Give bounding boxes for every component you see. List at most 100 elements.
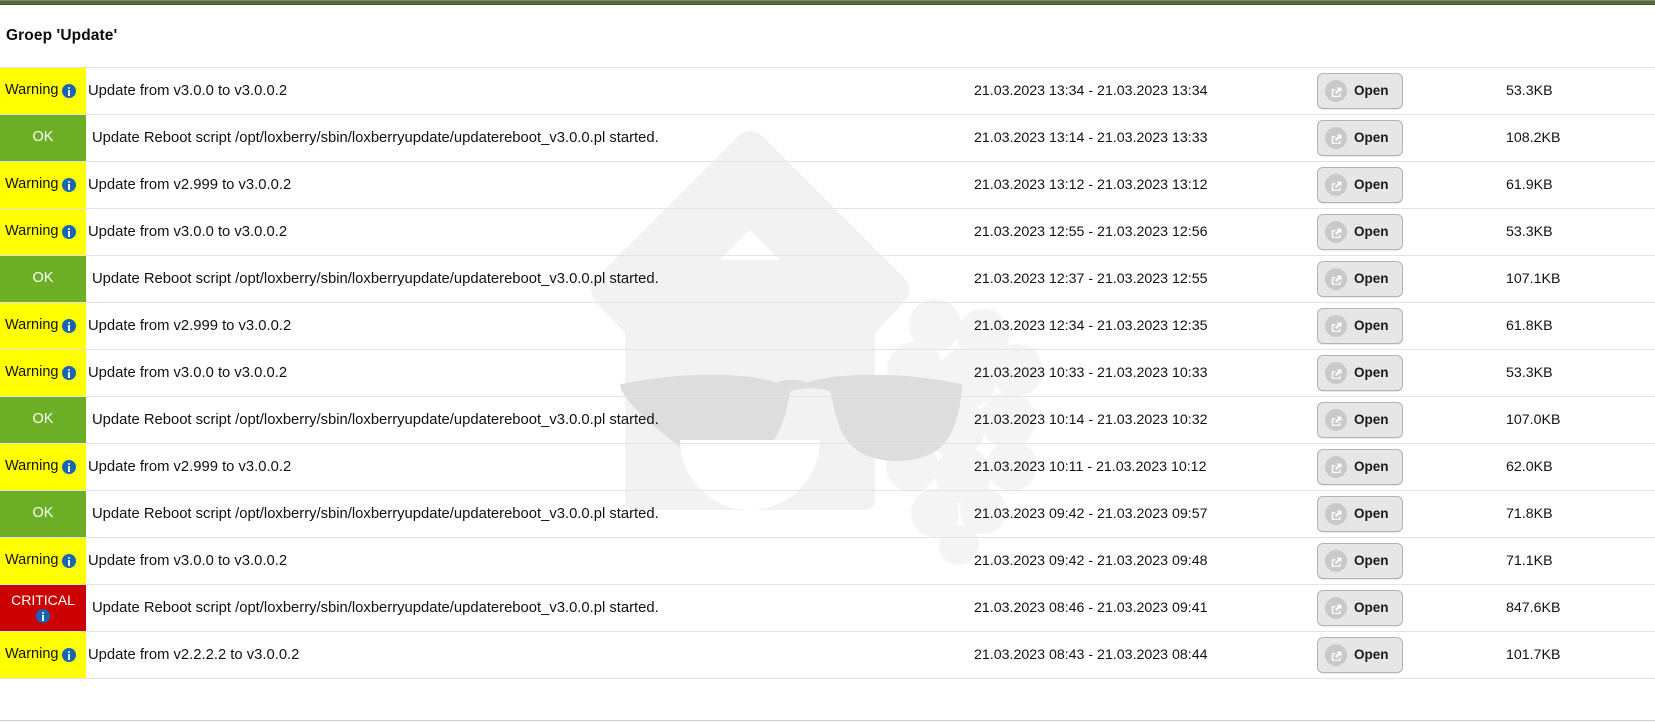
status-badge: OK bbox=[0, 256, 86, 302]
open-cell: Open bbox=[1311, 161, 1456, 209]
status-badge: Warning bbox=[0, 303, 86, 349]
table-row: Warning Update from v2.999 to v3.0.0.2 21.… bbox=[0, 443, 1655, 491]
log-message: Update Reboot script /opt/loxberry/sbin/… bbox=[86, 490, 966, 538]
status-badge: Warning bbox=[0, 444, 86, 490]
info-circle-icon[interactable] bbox=[35, 609, 50, 624]
log-table-body: Warning Update from v3.0.0 to v3.0.0.2 21.… bbox=[0, 67, 1655, 679]
open-cell: Open bbox=[1311, 67, 1456, 115]
info-circle-icon[interactable] bbox=[62, 225, 77, 239]
log-filesize: 53.3KB bbox=[1456, 208, 1655, 256]
open-button-label: Open bbox=[1354, 271, 1389, 287]
open-cell: Open bbox=[1311, 584, 1456, 632]
status-cell: Warning bbox=[0, 302, 86, 350]
status-cell: Warning bbox=[0, 537, 86, 585]
log-timespan: 21.03.2023 08:43 - 21.03.2023 08:44 bbox=[966, 631, 1311, 679]
external-link-icon bbox=[1325, 268, 1347, 290]
info-circle-icon[interactable] bbox=[62, 319, 77, 333]
open-cell: Open bbox=[1311, 443, 1456, 491]
external-link-icon bbox=[1325, 597, 1347, 619]
open-button[interactable]: Open bbox=[1317, 590, 1403, 626]
info-circle-icon[interactable] bbox=[62, 460, 77, 474]
status-badge-label: Warning bbox=[5, 552, 59, 569]
log-filesize: 107.0KB bbox=[1456, 396, 1655, 444]
open-button[interactable]: Open bbox=[1317, 261, 1403, 297]
status-cell: Warning bbox=[0, 349, 86, 397]
open-button-label: Open bbox=[1354, 365, 1389, 381]
status-badge: Warning bbox=[0, 538, 86, 584]
open-button-label: Open bbox=[1354, 224, 1389, 240]
open-button[interactable]: Open bbox=[1317, 543, 1403, 579]
open-button[interactable]: Open bbox=[1317, 637, 1403, 673]
status-badge: CRITICAL bbox=[0, 585, 86, 631]
open-button[interactable]: Open bbox=[1317, 214, 1403, 250]
info-circle-icon[interactable] bbox=[62, 366, 77, 380]
log-timespan: 21.03.2023 09:42 - 21.03.2023 09:48 bbox=[966, 537, 1311, 585]
log-filesize: 61.9KB bbox=[1456, 161, 1655, 209]
status-cell: OK bbox=[0, 255, 86, 303]
open-button[interactable]: Open bbox=[1317, 308, 1403, 344]
log-timespan: 21.03.2023 13:12 - 21.03.2023 13:12 bbox=[966, 161, 1311, 209]
log-timespan: 21.03.2023 12:34 - 21.03.2023 12:35 bbox=[966, 302, 1311, 350]
external-link-icon bbox=[1325, 315, 1347, 337]
table-row: Warning Update from v2.999 to v3.0.0.2 21.… bbox=[0, 302, 1655, 350]
table-row: Warning Update from v3.0.0 to v3.0.0.2 21.… bbox=[0, 67, 1655, 115]
status-cell: Warning bbox=[0, 443, 86, 491]
open-button[interactable]: Open bbox=[1317, 449, 1403, 485]
status-badge-label: CRITICAL bbox=[11, 591, 75, 608]
open-button-label: Open bbox=[1354, 83, 1389, 99]
status-badge: Warning bbox=[0, 632, 86, 678]
table-row: Warning Update from v3.0.0 to v3.0.0.2 21.… bbox=[0, 349, 1655, 397]
external-link-icon bbox=[1325, 409, 1347, 431]
info-circle-icon[interactable] bbox=[62, 178, 77, 192]
status-badge: OK bbox=[0, 115, 86, 161]
table-row: Warning Update from v2.999 to v3.0.0.2 21.… bbox=[0, 161, 1655, 209]
open-cell: Open bbox=[1311, 490, 1456, 538]
open-button[interactable]: Open bbox=[1317, 402, 1403, 438]
log-filesize: 71.8KB bbox=[1456, 490, 1655, 538]
log-timespan: 21.03.2023 12:55 - 21.03.2023 12:56 bbox=[966, 208, 1311, 256]
external-link-icon bbox=[1325, 80, 1347, 102]
status-badge-label: Warning bbox=[5, 176, 59, 193]
open-cell: Open bbox=[1311, 255, 1456, 303]
open-cell: Open bbox=[1311, 114, 1456, 162]
open-button[interactable]: Open bbox=[1317, 167, 1403, 203]
status-badge-label: OK bbox=[32, 270, 54, 287]
log-filesize: 107.1KB bbox=[1456, 255, 1655, 303]
log-timespan: 21.03.2023 10:33 - 21.03.2023 10:33 bbox=[966, 349, 1311, 397]
open-cell: Open bbox=[1311, 349, 1456, 397]
info-circle-icon[interactable] bbox=[62, 648, 77, 662]
open-button[interactable]: Open bbox=[1317, 120, 1403, 156]
external-link-icon bbox=[1325, 456, 1347, 478]
log-filesize: 847.6KB bbox=[1456, 584, 1655, 632]
external-link-icon bbox=[1325, 127, 1347, 149]
external-link-icon bbox=[1325, 644, 1347, 666]
open-cell: Open bbox=[1311, 302, 1456, 350]
info-circle-icon[interactable] bbox=[62, 84, 77, 98]
open-button-label: Open bbox=[1354, 459, 1389, 475]
open-button[interactable]: Open bbox=[1317, 355, 1403, 391]
page-header: Groep 'Update' bbox=[6, 27, 117, 45]
table-row: Warning Update from v3.0.0 to v3.0.0.2 21.… bbox=[0, 537, 1655, 585]
status-cell: CRITICAL bbox=[0, 584, 86, 632]
open-button[interactable]: Open bbox=[1317, 73, 1403, 109]
log-message: Update from v3.0.0 to v3.0.0.2 bbox=[86, 537, 966, 585]
status-cell: Warning bbox=[0, 208, 86, 256]
open-button-label: Open bbox=[1354, 647, 1389, 663]
status-badge-label: Warning bbox=[5, 317, 59, 334]
info-circle-icon[interactable] bbox=[62, 554, 77, 568]
external-link-icon bbox=[1325, 221, 1347, 243]
page-title: Groep 'Update' bbox=[6, 27, 118, 44]
log-timespan: 21.03.2023 13:34 - 21.03.2023 13:34 bbox=[966, 67, 1311, 115]
log-message: Update from v2.999 to v3.0.0.2 bbox=[86, 161, 966, 209]
status-cell: OK bbox=[0, 396, 86, 444]
status-badge-label: Warning bbox=[5, 364, 59, 381]
status-cell: OK bbox=[0, 490, 86, 538]
log-filesize: 71.1KB bbox=[1456, 537, 1655, 585]
top-accent-rule bbox=[0, 0, 1655, 5]
status-badge-label: OK bbox=[32, 411, 54, 428]
status-badge-label: OK bbox=[32, 129, 54, 146]
status-cell: OK bbox=[0, 114, 86, 162]
status-badge: Warning bbox=[0, 68, 86, 114]
log-message: Update Reboot script /opt/loxberry/sbin/… bbox=[86, 584, 966, 632]
open-button[interactable]: Open bbox=[1317, 496, 1403, 532]
